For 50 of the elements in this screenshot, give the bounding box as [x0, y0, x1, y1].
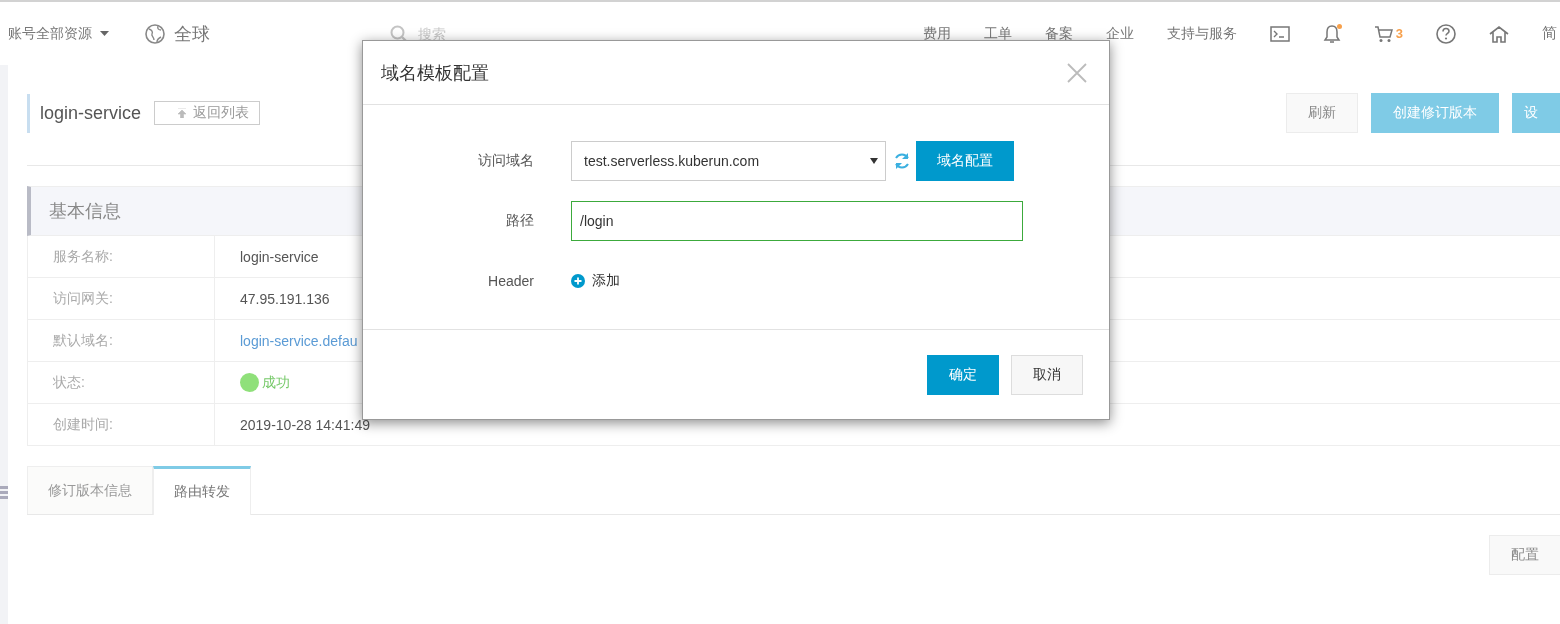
refresh-icon[interactable]: [893, 152, 911, 170]
plus-circle-icon: [571, 274, 585, 288]
terminal-icon[interactable]: [1269, 25, 1290, 42]
dialog-title: 域名模板配置: [381, 61, 489, 85]
field-label: Header: [487, 273, 534, 289]
dropdown-arrow-icon: [870, 158, 878, 164]
domain-link[interactable]: login-service.defau: [240, 332, 358, 349]
action-button[interactable]: 刷新: [1286, 93, 1358, 133]
tab[interactable]: 修订版本信息: [27, 466, 153, 514]
close-icon: [1067, 62, 1087, 83]
domain-config-button[interactable]: 域名配置: [916, 141, 1014, 181]
dialog-button[interactable]: 取消: [1011, 354, 1083, 395]
dialog-button[interactable]: 确定: [927, 354, 999, 395]
cart-count: 3: [1395, 26, 1403, 41]
back-button[interactable]: 返回列表: [154, 101, 261, 125]
add-link[interactable]: 添加: [571, 272, 620, 290]
field-label: 服务名称:: [28, 236, 215, 277]
field-label: 默认域名:: [28, 320, 215, 361]
home-icon[interactable]: [1489, 24, 1509, 43]
field-label: 创建时间:: [28, 404, 215, 445]
page-title: login-service: [27, 93, 142, 133]
help-icon[interactable]: [1436, 23, 1456, 44]
region-selector[interactable]: 全球: [145, 21, 210, 46]
field-label: 访问域名: [477, 152, 534, 170]
field-value: 47.95.191.136: [240, 290, 330, 307]
field-label: 路径: [505, 212, 534, 230]
field-value: 2019-10-28 14:41:49: [240, 416, 370, 433]
tab[interactable]: 路由转发: [153, 466, 251, 515]
handle-icon[interactable]: [0, 486, 8, 499]
upload-icon: [177, 108, 188, 118]
nav-link[interactable]: 费用: [922, 24, 951, 43]
nav-link[interactable]: 企业: [1105, 24, 1134, 43]
field-value: login-service: [240, 248, 319, 265]
cart-icon[interactable]: [1373, 24, 1394, 43]
search-icon: [390, 24, 408, 43]
domain-select[interactable]: test.serverless.kuberun.com: [571, 141, 886, 181]
bell-icon[interactable]: [1322, 23, 1341, 44]
field-label: 状态:: [28, 362, 215, 403]
nav-link[interactable]: 工单: [983, 24, 1012, 43]
status-dot: [240, 373, 259, 392]
config-button[interactable]: 配置: [1489, 535, 1560, 575]
caret-icon: [100, 31, 109, 36]
account-menu[interactable]: 账号全部资源: [8, 24, 109, 43]
nav-link[interactable]: 备案: [1044, 24, 1073, 43]
globe-icon: [145, 23, 165, 44]
nav-link[interactable]: 支持与服务: [1166, 24, 1237, 43]
field-label: 访问网关:: [28, 278, 215, 319]
language-link[interactable]: 简: [1542, 24, 1557, 43]
status-text: 成功: [262, 373, 290, 392]
path-field[interactable]: /login: [571, 201, 1023, 241]
